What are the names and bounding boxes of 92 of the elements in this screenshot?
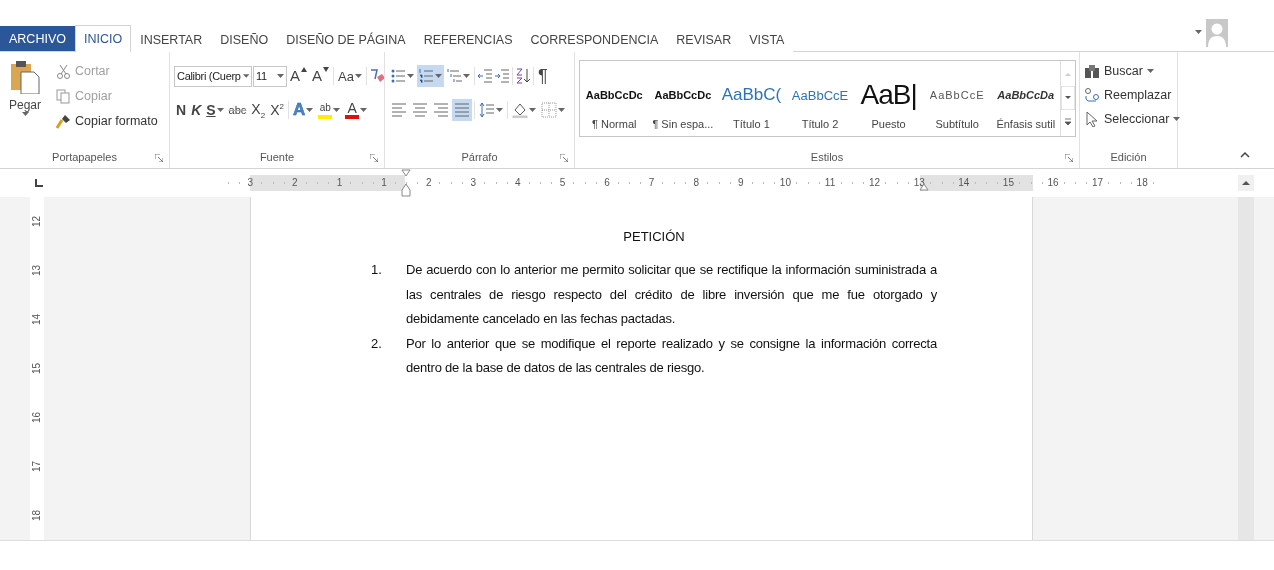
group-label: Edición (1110, 151, 1147, 163)
clipboard-icon (10, 60, 40, 94)
style-option[interactable]: AaB| Puesto (854, 61, 923, 136)
ruler-number: 12 (31, 215, 43, 228)
group-label: Párrafo (461, 151, 498, 163)
scissors-icon (56, 63, 71, 79)
caret-icon[interactable] (360, 107, 368, 113)
list-number: 1. (371, 261, 383, 279)
format-button[interactable]: K (189, 99, 204, 121)
caret-icon[interactable] (558, 107, 565, 113)
format-button[interactable]: X$^{2}$ (268, 99, 286, 121)
font-color-button[interactable]: A (343, 99, 370, 121)
up-triangle-icon (301, 67, 307, 72)
font-name-field[interactable]: Calibri (Cuerp (174, 65, 252, 87)
line-spacing-icon (479, 102, 495, 118)
caret-icon[interactable] (463, 73, 470, 79)
document-heading: PETICIÓN (622, 229, 686, 244)
style-option[interactable]: AaBbCcDa Énfasis sutil (991, 61, 1061, 136)
editing-action[interactable]: Seleccionar (1084, 108, 1181, 130)
numbered-list-icon (419, 68, 434, 84)
binoculars-icon (1084, 63, 1100, 79)
style-option[interactable]: AaBbCcDc ¶ Normal (580, 61, 649, 136)
style-option[interactable]: AaBbCcE Título 2 (785, 61, 855, 136)
caret-icon[interactable] (21, 112, 29, 117)
caret-icon[interactable] (529, 107, 536, 113)
caret-icon[interactable] (306, 107, 314, 113)
caret-icon[interactable] (407, 73, 414, 79)
text-effects-button[interactable]: A (290, 99, 316, 121)
change-case-button[interactable]: Aa (336, 65, 364, 87)
list-paragraph: Por lo anterior que se modifique el reporte realizado y se consigne la información correcta dentro de la base de datos de las centrales de riesgo. (406, 334, 937, 377)
multilevel-list-icon (447, 68, 462, 84)
copy-icon (56, 88, 71, 104)
align-center-icon (412, 102, 428, 118)
style-option[interactable]: AaBbCcE Subtítulo (922, 61, 992, 136)
list-paragraph: De acuerdo con lo anterior me permito solicitar que se rectifique la información suministrada a las centrales de riesgo respecto del crédito de libre inversión que me fue otorgado y debidamente cancelado en las fechas pactadas. (406, 261, 937, 328)
group-label: Fuente (259, 151, 295, 163)
caret-icon[interactable] (242, 73, 249, 79)
caret-icon[interactable] (1146, 68, 1154, 74)
list-button[interactable] (417, 65, 444, 87)
ruler-number: 18 (31, 509, 43, 522)
format-button[interactable]: X$_{2}$ (249, 99, 268, 121)
replace-icon (1084, 87, 1100, 103)
dialog-launcher-icon[interactable] (370, 154, 378, 162)
dialog-launcher-icon[interactable] (155, 154, 163, 162)
caret-icon[interactable] (354, 73, 362, 79)
caret-icon[interactable] (333, 107, 341, 113)
group-label: Portapapeles (52, 151, 117, 163)
list-number: 2. (371, 334, 383, 353)
down-triangle-icon (323, 67, 330, 72)
borders-button[interactable] (539, 99, 567, 121)
align-left-icon (391, 102, 407, 118)
clipboard-action[interactable]: Copiar formato (56, 110, 158, 132)
file-tab[interactable]: ARCHIVO (0, 26, 75, 51)
caret-icon[interactable] (1195, 30, 1202, 35)
paste-button[interactable]: Pegar (4, 58, 46, 117)
ruler-number: 14 (31, 313, 43, 326)
format-button[interactable]: S (204, 99, 226, 121)
collapse-ribbon-icon[interactable] (1240, 151, 1250, 158)
highlight-button[interactable]: ab (316, 99, 343, 121)
editing-action[interactable]: Buscar (1084, 60, 1181, 82)
ruler-number: 13 (31, 264, 43, 277)
editing-action[interactable]: Reemplazar (1084, 84, 1181, 106)
bullets-icon (391, 68, 406, 84)
dialog-launcher-icon[interactable] (1065, 154, 1073, 162)
dialog-launcher-icon[interactable] (560, 154, 568, 162)
cursor-icon (1084, 111, 1100, 127)
caret-icon[interactable] (277, 73, 284, 79)
ribbon-tab[interactable]: INICIO (74, 25, 132, 52)
tab-selector-icon[interactable] (34, 178, 44, 188)
font-size-field[interactable]: 11 (253, 65, 287, 87)
borders-icon (541, 102, 557, 118)
shrink-font-button[interactable]: A (310, 65, 332, 87)
vertical-scrollbar[interactable] (1238, 197, 1254, 540)
caret-icon[interactable] (1173, 116, 1181, 122)
grow-font-button[interactable]: A (288, 65, 309, 87)
hanging-indent-marker[interactable] (401, 183, 411, 197)
align-right-icon (433, 102, 449, 118)
group-label: Estilos (810, 151, 844, 163)
caret-icon[interactable] (496, 107, 503, 113)
style-option[interactable]: AaBbCcDc ¶ Sin espa... (648, 61, 718, 136)
paint-bucket-icon (512, 102, 528, 118)
paintbrush-icon (56, 113, 71, 129)
sort-icon[interactable] (515, 68, 531, 84)
justify-icon (454, 102, 470, 118)
caret-icon[interactable] (435, 73, 442, 79)
style-option[interactable]: AaBbC( Título 1 (717, 61, 786, 136)
ruler-number: 16 (31, 411, 43, 424)
caret-icon[interactable] (216, 107, 224, 113)
ruler-number: 17 (31, 460, 43, 473)
ruler-number: 15 (31, 362, 43, 375)
show-marks-button[interactable]: ¶ (536, 65, 550, 87)
format-button[interactable]: N (174, 99, 189, 121)
